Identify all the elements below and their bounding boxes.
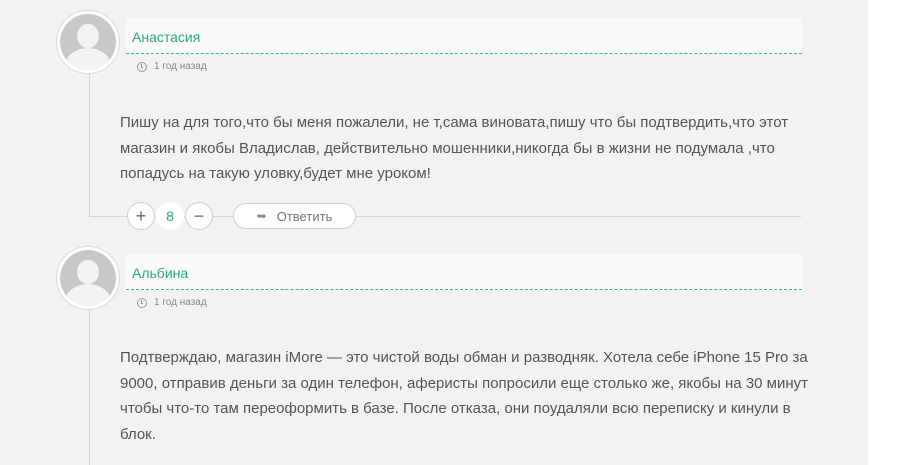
vote-count: 8 — [156, 202, 184, 230]
clock-icon — [137, 61, 147, 72]
author-name[interactable]: Анастасия — [132, 29, 200, 45]
comment: Альбина 1 год назад Подтверждаю, магазин… — [0, 236, 868, 465]
reply-arrow-icon: ➥ — [256, 209, 267, 223]
comment-time: 1 год назад — [154, 61, 207, 72]
avatar — [56, 246, 120, 310]
comments-panel: Анастасия 1 год назад Пишу на для того,ч… — [0, 0, 868, 465]
author-name[interactable]: Альбина — [132, 265, 188, 281]
comment-text: Подтверждаю, магазин iMore — это чистой … — [120, 349, 809, 444]
comment-meta: 1 год назад — [137, 297, 207, 308]
user-avatar-icon — [60, 14, 116, 70]
thread-line — [89, 310, 90, 465]
reply-button[interactable]: ➥ Ответить — [233, 203, 356, 229]
comment-header: Альбина — [126, 254, 802, 290]
clock-icon — [137, 297, 147, 308]
user-avatar-icon — [60, 250, 116, 306]
reply-label: Ответить — [276, 208, 333, 224]
thread-line — [89, 74, 90, 216]
downvote-button[interactable]: − — [185, 202, 213, 230]
comment: Анастасия 1 год назад Пишу на для того,ч… — [0, 0, 868, 236]
comment-time: 1 год назад — [154, 297, 207, 308]
comment-text: Пишу на для того,что бы меня пожалели, н… — [120, 114, 789, 183]
upvote-button[interactable]: + — [127, 202, 155, 230]
avatar — [56, 10, 120, 74]
comment-meta: 1 год назад — [137, 61, 207, 72]
comment-header: Анастасия — [126, 18, 802, 54]
